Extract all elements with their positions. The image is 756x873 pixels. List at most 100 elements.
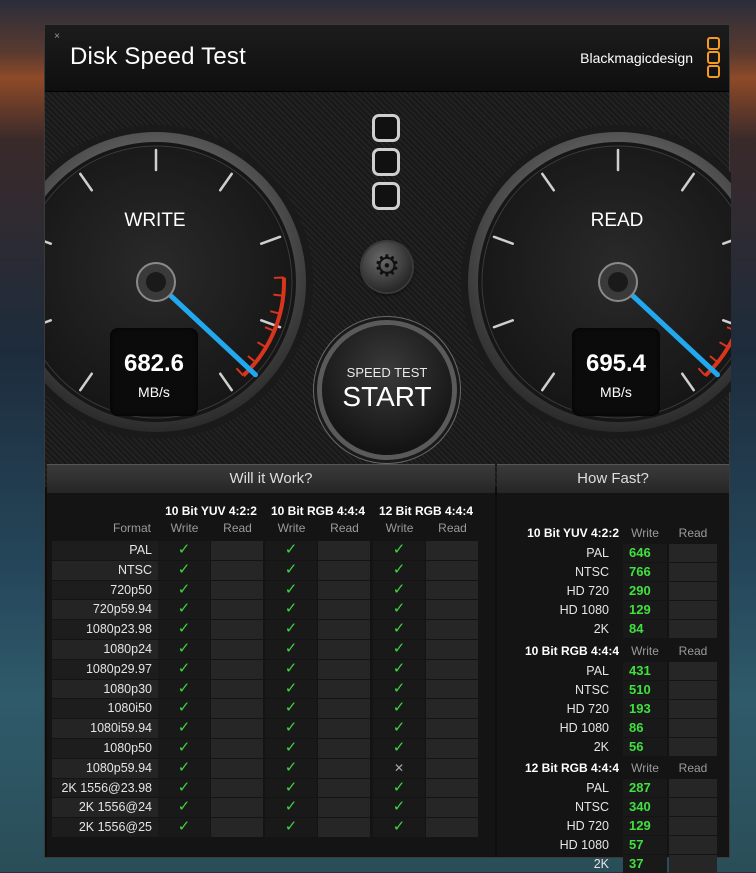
read-column-header: Read [211,521,264,535]
check-icon: ✓ [265,640,317,659]
result-cell-empty [426,680,478,699]
check-icon: ✓ [158,719,210,738]
result-cell-empty [426,798,478,817]
write-speed-value: 193 [623,700,667,718]
result-cell-empty [426,561,478,580]
format-label: 1080p30 [49,682,152,696]
check-icon: ✓ [373,739,425,758]
brand-name: Blackmagicdesign [580,50,693,66]
cross-icon: ✕ [373,759,425,778]
speed-format-label: HD 1080 [501,838,609,852]
speed-format-label: PAL [501,546,609,560]
speed-read-header: Read [669,761,717,775]
title-bar: × Disk Speed Test Blackmagicdesign [45,25,729,92]
result-cell-empty [426,581,478,600]
result-cell-empty [318,561,370,580]
check-icon: ✓ [158,660,210,679]
format-label: PAL [49,543,152,557]
check-icon: ✓ [265,739,317,758]
result-cell-empty [211,779,263,798]
status-light-1 [372,114,400,142]
result-cell-empty [318,640,370,659]
check-icon: ✓ [158,739,210,758]
speed-format-label: NTSC [501,800,609,814]
format-label: 2K 1556@23.98 [49,781,152,795]
speed-format-label: HD 1080 [501,721,609,735]
write-needle-hub-center [146,272,166,292]
check-icon: ✓ [373,620,425,639]
result-cell-empty [318,699,370,718]
check-icon: ✓ [373,818,425,837]
result-cell-empty [211,759,263,778]
speed-write-header: Write [623,644,667,658]
settings-button[interactable]: ⚙ [362,242,412,292]
speed-format-label: HD 1080 [501,603,609,617]
result-cell-empty [426,699,478,718]
result-cell-empty [211,719,263,738]
check-icon: ✓ [373,699,425,718]
status-light-2 [372,148,400,176]
check-icon: ✓ [265,660,317,679]
check-icon: ✓ [158,818,210,837]
read-column-header: Read [426,521,479,535]
read-speed-value [669,662,717,680]
check-icon: ✓ [265,719,317,738]
write-speed-value: 56 [623,738,667,756]
status-light-3 [372,182,400,210]
format-column-header: Format [87,521,151,535]
write-speed-value: 129 [623,817,667,835]
will-group-header: 10 Bit RGB 4:4:4 [265,504,371,518]
write-speed-value: 290 [623,582,667,600]
result-cell-empty [211,660,263,679]
result-cell-empty [426,719,478,738]
will-it-work-header: Will it Work? [47,464,495,493]
read-speed-value [669,582,717,600]
how-fast-header: How Fast? [497,464,729,493]
write-speed-value: 287 [623,779,667,797]
format-label: 1080p59.94 [49,761,152,775]
result-cell-empty [318,660,370,679]
check-icon: ✓ [158,798,210,817]
close-button[interactable]: × [52,32,62,42]
write-speed-value: 129 [623,601,667,619]
check-icon: ✓ [265,541,317,560]
read-speed-value [669,544,717,562]
format-label: 1080i59.94 [49,721,152,735]
format-label: NTSC [49,563,152,577]
check-icon: ✓ [373,798,425,817]
result-cell-empty [211,620,263,639]
result-cell-empty [318,759,370,778]
speed-test-start-button[interactable]: SPEED TEST START [322,325,452,455]
speed-format-label: NTSC [501,683,609,697]
write-speed-value: 510 [623,681,667,699]
check-icon: ✓ [265,680,317,699]
check-icon: ✓ [265,798,317,817]
check-icon: ✓ [265,818,317,837]
will-group-header: 10 Bit YUV 4:2:2 [158,504,264,518]
start-button-label: START [322,381,452,413]
check-icon: ✓ [265,699,317,718]
result-cell-empty [211,581,263,600]
read-speed-value [669,836,717,854]
speed-format-label: 2K [501,740,609,754]
result-cell-empty [426,541,478,560]
result-cell-empty [211,798,263,817]
speed-format-label: PAL [501,664,609,678]
result-cell-empty [211,541,263,560]
gear-icon: ⚙ [374,250,401,283]
format-label: 720p59.94 [49,602,152,616]
check-icon: ✓ [158,699,210,718]
result-cell-empty [211,818,263,837]
result-cell-empty [426,759,478,778]
result-cell-empty [318,798,370,817]
read-speed-value [669,620,717,638]
result-cell-empty [318,739,370,758]
read-speed-value [669,798,717,816]
write-speed-value: 37 [623,855,667,873]
check-icon: ✓ [373,779,425,798]
write-speed-value: 57 [623,836,667,854]
write-column-header: Write [158,521,211,535]
speed-format-label: NTSC [501,565,609,579]
gauge-area: WRITE 682.6 MB/s READ 695.4 MB/s ⚙ SPEED… [45,92,729,487]
check-icon: ✓ [265,581,317,600]
